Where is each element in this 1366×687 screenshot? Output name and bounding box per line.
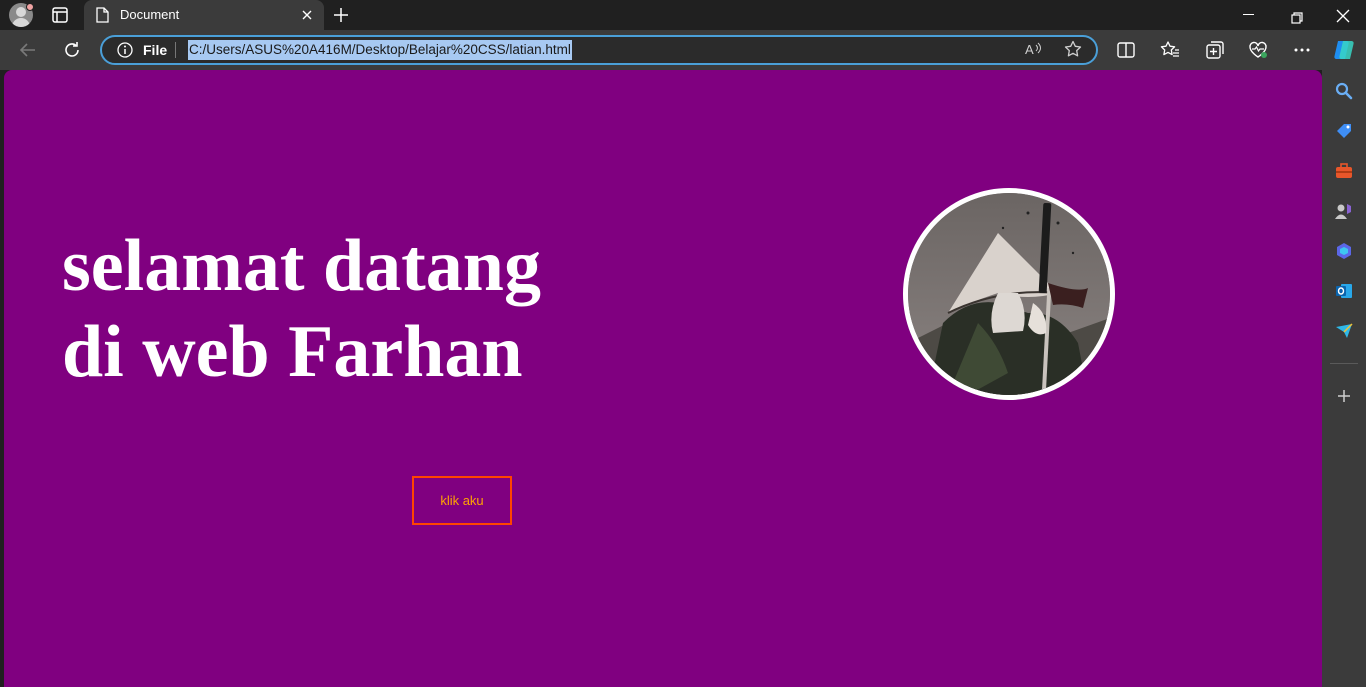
page-viewport: selamat datang di web Farhan klik aku <box>4 70 1322 687</box>
tag-icon[interactable] <box>1334 121 1354 141</box>
profile-notification-dot <box>26 3 34 11</box>
browser-toolbar: File C:/Users/ASUS%20A416M/Desktop/Belaj… <box>0 30 1366 70</box>
browser-essentials-icon[interactable] <box>1248 40 1268 60</box>
more-options-icon[interactable] <box>1292 40 1312 60</box>
heading-line-2-prefix: di <box>62 311 143 393</box>
heading-line-2-bold: web Farhan <box>142 311 523 393</box>
refresh-icon[interactable] <box>62 40 82 60</box>
address-separator <box>175 42 176 58</box>
info-icon[interactable] <box>117 42 133 62</box>
toolbox-icon[interactable] <box>1334 161 1354 181</box>
collections-icon[interactable] <box>1205 40 1225 60</box>
split-screen-icon[interactable] <box>1116 40 1136 60</box>
tab-document[interactable]: Document <box>84 0 324 30</box>
outlook-icon[interactable] <box>1334 281 1354 301</box>
tab-title: Document <box>120 7 180 22</box>
welcome-heading: selamat datang di web Farhan <box>62 223 541 395</box>
copilot-icon[interactable] <box>1332 38 1356 62</box>
favorite-star-icon[interactable] <box>1064 40 1082 62</box>
minimize-icon[interactable] <box>1243 14 1254 15</box>
sidebar-divider <box>1330 363 1358 364</box>
document-icon <box>95 7 109 27</box>
favorites-icon[interactable] <box>1160 40 1180 60</box>
tab-actions-icon[interactable] <box>50 5 70 25</box>
add-icon[interactable] <box>1334 386 1354 406</box>
heading-line-1: selamat datang <box>62 225 541 307</box>
restore-icon[interactable] <box>1291 9 1303 28</box>
send-icon[interactable] <box>1334 321 1354 341</box>
close-tab-icon[interactable] <box>300 7 314 26</box>
games-icon[interactable] <box>1334 201 1354 221</box>
new-tab-icon[interactable] <box>332 6 350 28</box>
window-close-icon[interactable] <box>1336 8 1350 27</box>
edge-sidebar <box>1322 70 1366 687</box>
klik-aku-button[interactable]: klik aku <box>412 476 512 525</box>
back-icon[interactable] <box>18 40 38 60</box>
url-text[interactable]: C:/Users/ASUS%20A416M/Desktop/Belajar%20… <box>188 40 572 60</box>
profile-image <box>903 188 1115 400</box>
tab-strip: Document <box>0 0 1366 30</box>
address-bar[interactable]: File C:/Users/ASUS%20A416M/Desktop/Belaj… <box>100 35 1098 65</box>
scheme-label: File <box>143 42 168 58</box>
search-icon[interactable] <box>1334 81 1354 101</box>
read-aloud-icon[interactable]: A <box>1025 41 1043 61</box>
svg-text:A: A <box>1025 42 1034 57</box>
copilot-sidebar-icon[interactable] <box>1334 241 1354 261</box>
